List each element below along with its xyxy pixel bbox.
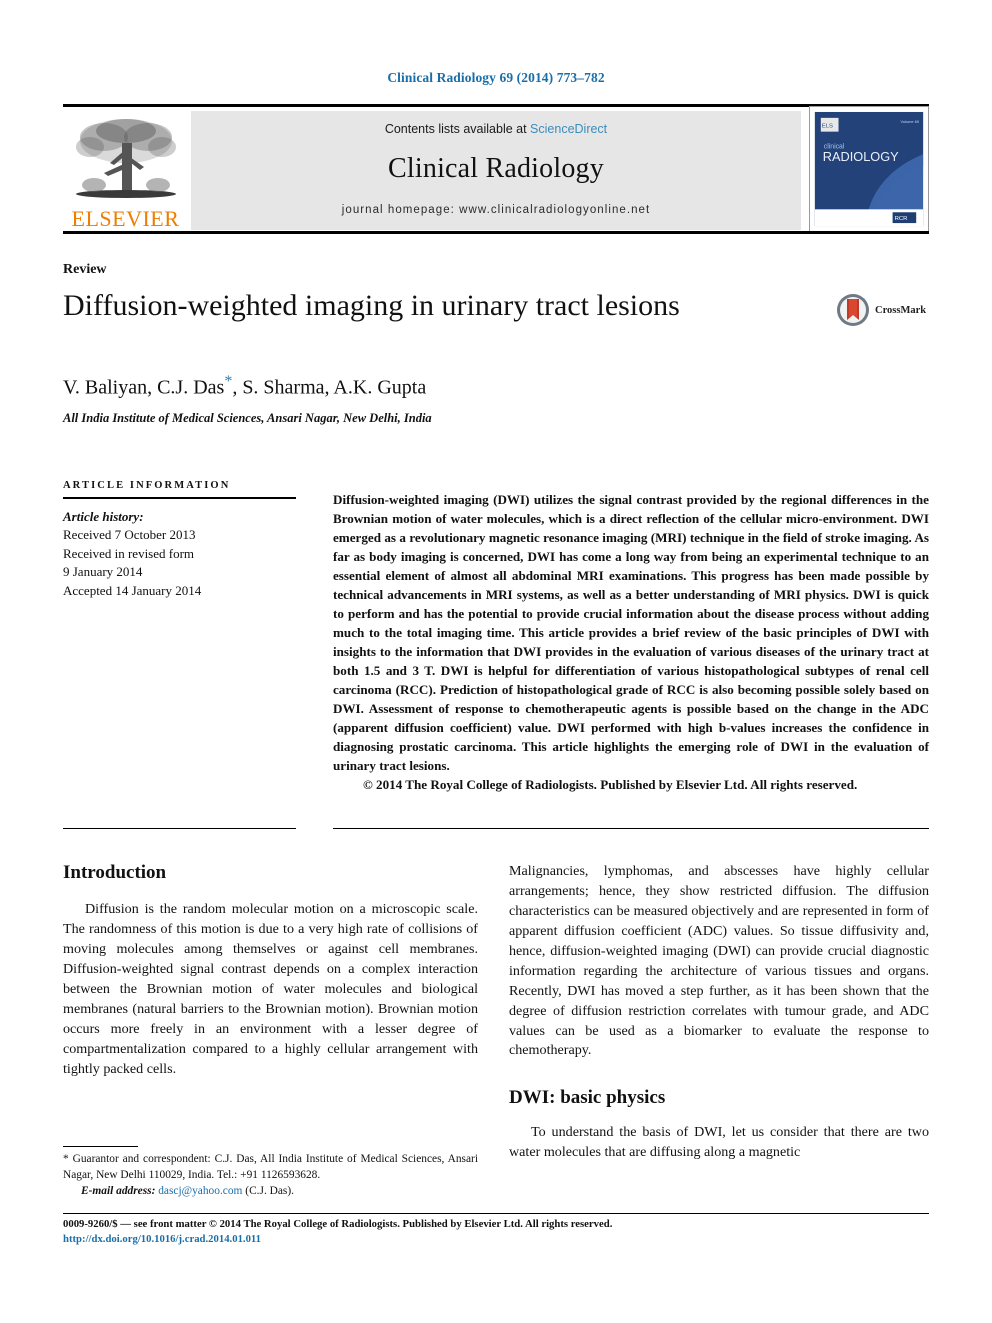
footnote-email-line: E-mail address: dascj@yahoo.com (C.J. Da… xyxy=(63,1184,478,1200)
article-received-date: Received 7 October 2013 xyxy=(63,527,196,543)
cover-art: ELS Volume 69 clinical RADIOLOGY RCR xyxy=(810,107,928,231)
footnote-correspondence-text: * Guarantor and correspondent: C.J. Das,… xyxy=(63,1153,478,1181)
sciencedirect-link[interactable]: ScienceDirect xyxy=(530,122,607,136)
email-label: E-mail address: xyxy=(81,1185,156,1197)
masthead-top-rule xyxy=(63,104,929,107)
article-accepted-date: Accepted 14 January 2014 xyxy=(63,582,202,598)
author-list: V. Baliyan, C.J. Das*, S. Sharma, A.K. G… xyxy=(63,373,763,400)
paper-page: Clinical Radiology 69 (2014) 773–782 ELS… xyxy=(0,0,992,1323)
introduction-paragraph: Diffusion is the random molecular motion… xyxy=(63,901,478,1077)
article-history: Article history: Received 7 October 2013… xyxy=(63,508,296,600)
section-heading-dwi-basic-physics: DWI: basic physics xyxy=(509,1087,666,1109)
abstract-block: Diffusion-weighted imaging (DWI) utilize… xyxy=(333,490,929,794)
journal-citation: Clinical Radiology 69 (2014) 773–782 xyxy=(387,70,605,85)
masthead-band: Contents lists available at ScienceDirec… xyxy=(191,111,801,230)
article-type-label: Review xyxy=(63,262,107,277)
footnote-rule xyxy=(63,1146,138,1147)
article-information-bottom-rule xyxy=(63,828,296,829)
crossmark-label: CrossMark xyxy=(875,304,927,316)
article-history-label: Article history: xyxy=(63,509,144,524)
svg-text:ELS: ELS xyxy=(822,124,833,130)
journal-homepage-link[interactable]: journal homepage: www.clinicalradiologyo… xyxy=(342,204,650,216)
svg-text:RADIOLOGY: RADIOLOGY xyxy=(823,149,899,164)
abstract-copyright: © 2014 The Royal College of Radiologists… xyxy=(363,777,858,792)
journal-cover-thumbnail: ELS Volume 69 clinical RADIOLOGY RCR xyxy=(809,106,929,232)
dwi-physics-paragraph: To understand the basis of DWI, let us c… xyxy=(509,1124,929,1161)
journal-title: Clinical Radiology xyxy=(388,153,604,184)
contents-prefix: Contents lists available at xyxy=(384,122,531,136)
author-affiliation: All India Institute of Medical Sciences,… xyxy=(63,411,432,425)
contents-list-line: Contents lists available at ScienceDirec… xyxy=(385,122,607,136)
crossmark-badge[interactable]: CrossMark xyxy=(836,286,944,334)
introduction-continuation-paragraph: Malignancies, lymphomas, and abscesses h… xyxy=(509,863,929,1059)
elsevier-logo: ELSEVIER xyxy=(63,110,188,230)
crossmark-icon xyxy=(837,294,869,326)
body-column-left: Introduction Diffusion is the random mol… xyxy=(63,862,478,1079)
abstract-text: Diffusion-weighted imaging (DWI) utilize… xyxy=(333,492,929,773)
authors-part2: , S. Sharma, A.K. Gupta xyxy=(232,376,427,399)
page-title: Diffusion-weighted imaging in urinary tr… xyxy=(63,289,680,322)
issn-copyright-line: 0009-9260/$ — see front matter © 2014 Th… xyxy=(63,1218,613,1230)
article-revised-label: Received in revised form xyxy=(63,545,195,561)
abstract-bottom-rule xyxy=(333,828,929,829)
doi-link[interactable]: http://dx.doi.org/10.1016/j.crad.2014.01… xyxy=(63,1233,929,1245)
correspondence-footnote: * Guarantor and correspondent: C.J. Das,… xyxy=(63,1152,478,1200)
email-link[interactable]: dascj@yahoo.com xyxy=(158,1185,242,1197)
article-information-heading: Article information xyxy=(63,480,231,491)
elsevier-tree-icon xyxy=(75,119,176,198)
article-revised-date: 9 January 2014 xyxy=(63,564,143,580)
footer-rule xyxy=(63,1213,929,1214)
section-heading-introduction: Introduction xyxy=(63,862,167,883)
journal-masthead: ELSEVIER Contents lists available at Sci… xyxy=(63,104,929,234)
body-column-right: Malignancies, lymphomas, and abscesses h… xyxy=(509,862,929,1163)
authors-part1: V. Baliyan, C.J. Das xyxy=(63,376,225,399)
email-owner: (C.J. Das). xyxy=(245,1185,295,1197)
svg-text:RCR: RCR xyxy=(895,216,908,222)
elsevier-wordmark: ELSEVIER xyxy=(71,206,180,231)
article-information-rule xyxy=(63,497,296,499)
masthead-bottom-rule xyxy=(63,231,929,234)
svg-text:Volume 69: Volume 69 xyxy=(900,119,919,124)
article-information-block: Article information Article history: Rec… xyxy=(63,480,296,600)
